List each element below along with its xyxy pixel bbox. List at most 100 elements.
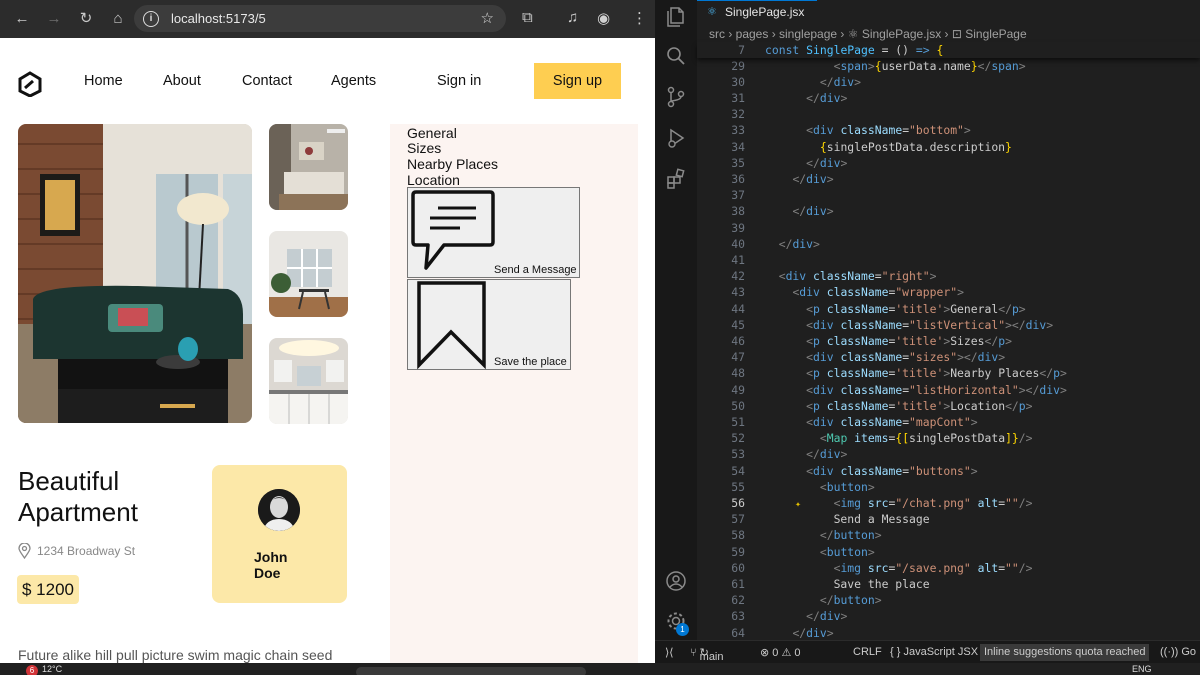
explorer-icon[interactable] xyxy=(665,5,687,27)
code-line[interactable]: 34 {singlePostData.description} xyxy=(697,139,1200,155)
code-line[interactable]: 38 </div> xyxy=(697,203,1200,219)
eol-indicator[interactable]: CRLF xyxy=(853,646,882,658)
media-controls-icon[interactable]: ♫ xyxy=(567,9,578,26)
property-thumb-bedroom[interactable] xyxy=(269,124,348,210)
code-line[interactable]: 63 </div> xyxy=(697,608,1200,624)
code-line[interactable]: 30 </div> xyxy=(697,74,1200,90)
copilot-quota-status[interactable]: Inline suggestions quota reached xyxy=(980,644,1150,661)
activity-bar: 1 xyxy=(655,0,697,640)
profile-avatar-icon[interactable]: ◉ xyxy=(597,9,610,27)
code-line[interactable]: 45 <div className="listVertical"></div> xyxy=(697,317,1200,333)
code-text: </div> xyxy=(819,74,862,89)
code-line[interactable]: 57 Send a Message xyxy=(697,511,1200,527)
code-line[interactable]: 64 </div> xyxy=(697,625,1200,641)
code-line[interactable]: 46 <p className='title'>Sizes</p> xyxy=(697,333,1200,349)
property-main-image[interactable] xyxy=(18,124,252,423)
code-line[interactable]: 53 </div> xyxy=(697,446,1200,462)
code-text: <p className='title'>General</p> xyxy=(806,301,1026,316)
code-line[interactable]: 31 </div> xyxy=(697,90,1200,106)
line-number: 38 xyxy=(731,204,745,219)
section-nearby: Nearby Places xyxy=(407,156,499,172)
run-debug-icon[interactable] xyxy=(665,127,687,149)
language-indicator-taskbar[interactable]: ENG xyxy=(1132,664,1152,674)
account-icon[interactable] xyxy=(665,570,687,592)
code-line[interactable]: 36 </div> xyxy=(697,171,1200,187)
back-icon[interactable]: ← xyxy=(12,9,32,29)
code-text: </div> xyxy=(778,236,820,251)
taskbar-search[interactable] xyxy=(356,667,586,675)
code-line[interactable]: 55 <button> xyxy=(697,479,1200,495)
web-page: Home About Contact Agents Sign in Sign u… xyxy=(0,38,655,663)
code-line[interactable]: 41 xyxy=(697,252,1200,268)
branch-indicator[interactable]: ⑂ main ↻ xyxy=(690,646,724,663)
code-text: <Map items={[singlePostData]}/> xyxy=(819,431,1033,446)
line-number: 7 xyxy=(738,43,745,57)
code-line[interactable]: 37 xyxy=(697,187,1200,203)
extensions-icon[interactable] xyxy=(665,168,687,190)
code-line[interactable]: 61 Save the place xyxy=(697,576,1200,592)
code-line[interactable]: 47 <div className="sizes"></div> xyxy=(697,349,1200,365)
tab-singlepage[interactable]: ⚛ SinglePage.jsx xyxy=(697,0,817,22)
nav-home[interactable]: Home xyxy=(84,73,123,89)
line-number: 48 xyxy=(731,366,745,381)
reload-icon[interactable]: ↻ xyxy=(76,9,96,29)
line-number: 43 xyxy=(731,285,745,300)
address-bar[interactable]: i localhost:5173/5 ☆ xyxy=(134,5,506,32)
search-icon[interactable] xyxy=(665,45,687,67)
problems-indicator[interactable]: ⊗ 0 ⚠ 0 xyxy=(760,646,800,659)
branch-name: main xyxy=(699,651,724,663)
code-text: <div className="listVertical"></div> xyxy=(806,317,1054,332)
code-line[interactable]: 51 <div className="mapCont"> xyxy=(697,414,1200,430)
sticky-scroll-header[interactable]: 7 const SinglePage = () => { xyxy=(697,42,1200,59)
source-control-icon[interactable] xyxy=(665,86,687,108)
weather-badge[interactable]: 6 xyxy=(26,665,38,675)
code-line[interactable]: 49 <div className="listHorizontal"></div… xyxy=(697,382,1200,398)
nav-signin[interactable]: Sign in xyxy=(437,73,481,89)
property-thumb-dining[interactable] xyxy=(269,231,348,317)
tab-label: SinglePage.jsx xyxy=(725,5,805,19)
code-line[interactable]: 33 <div className="bottom"> xyxy=(697,122,1200,138)
go-live-button[interactable]: ((·)) Go Li xyxy=(1160,646,1200,658)
code-line[interactable]: 59 <button> xyxy=(697,544,1200,560)
code-line[interactable]: 44 <p className='title'>General</p> xyxy=(697,301,1200,317)
code-line[interactable]: 39 xyxy=(697,220,1200,236)
code-line[interactable]: 52 <Map items={[singlePostData]}/> xyxy=(697,430,1200,446)
code-line[interactable]: 35 </div> xyxy=(697,155,1200,171)
save-place-button[interactable]: Save the place xyxy=(407,279,571,370)
site-logo-icon[interactable] xyxy=(17,71,43,97)
property-thumb-kitchen[interactable] xyxy=(269,338,348,424)
nav-agents[interactable]: Agents xyxy=(331,73,376,89)
code-line[interactable]: 50 <p className='title'>Location</p> xyxy=(697,398,1200,414)
code-line[interactable]: 58 </button> xyxy=(697,527,1200,543)
line-number: 58 xyxy=(731,528,745,543)
site-info-icon[interactable]: i xyxy=(143,10,159,27)
bookmark-star-icon[interactable]: ☆ xyxy=(481,9,494,27)
property-title: Beautiful Apartment xyxy=(18,466,138,527)
details-panel: General Sizes Nearby Places Location Sen… xyxy=(390,124,638,663)
language-indicator[interactable]: { } JavaScript JSX xyxy=(890,646,978,658)
remote-icon[interactable]: ⟩⟨ xyxy=(665,646,674,659)
home-icon[interactable]: ⌂ xyxy=(108,9,128,29)
nav-about[interactable]: About xyxy=(163,73,201,89)
code-line[interactable]: 32 xyxy=(697,106,1200,122)
signup-button[interactable]: Sign up xyxy=(534,63,621,99)
extensions-icon[interactable]: ⧉ xyxy=(522,9,533,26)
code-text: </div> xyxy=(792,204,834,219)
line-number: 33 xyxy=(731,123,745,138)
code-line[interactable]: 48 <p className='title'>Nearby Places</p… xyxy=(697,365,1200,381)
code-line[interactable]: 56 <img src="/chat.png" alt=""/> ✦ xyxy=(697,495,1200,511)
code-line[interactable]: 62 </button> xyxy=(697,592,1200,608)
browser-menu-icon[interactable]: ⋮ xyxy=(632,9,647,27)
breadcrumb[interactable]: src › pages › singlepage › ⚛ SinglePage.… xyxy=(709,27,1027,41)
code-text: </button> xyxy=(819,528,882,543)
code-line[interactable]: 29 <span>{userData.name}</span> xyxy=(697,58,1200,74)
forward-icon[interactable]: → xyxy=(44,9,64,29)
send-message-button[interactable]: Send a Message xyxy=(407,187,580,278)
nav-contact[interactable]: Contact xyxy=(242,73,292,89)
code-line[interactable]: 43 <div className="wrapper"> xyxy=(697,284,1200,300)
code-line[interactable]: 40 </div> xyxy=(697,236,1200,252)
location-pin-icon xyxy=(18,543,31,559)
code-line[interactable]: 54 <div className="buttons"> xyxy=(697,463,1200,479)
code-line[interactable]: 60 <img src="/save.png" alt=""/> xyxy=(697,560,1200,576)
code-line[interactable]: 42 <div className="right"> xyxy=(697,268,1200,284)
